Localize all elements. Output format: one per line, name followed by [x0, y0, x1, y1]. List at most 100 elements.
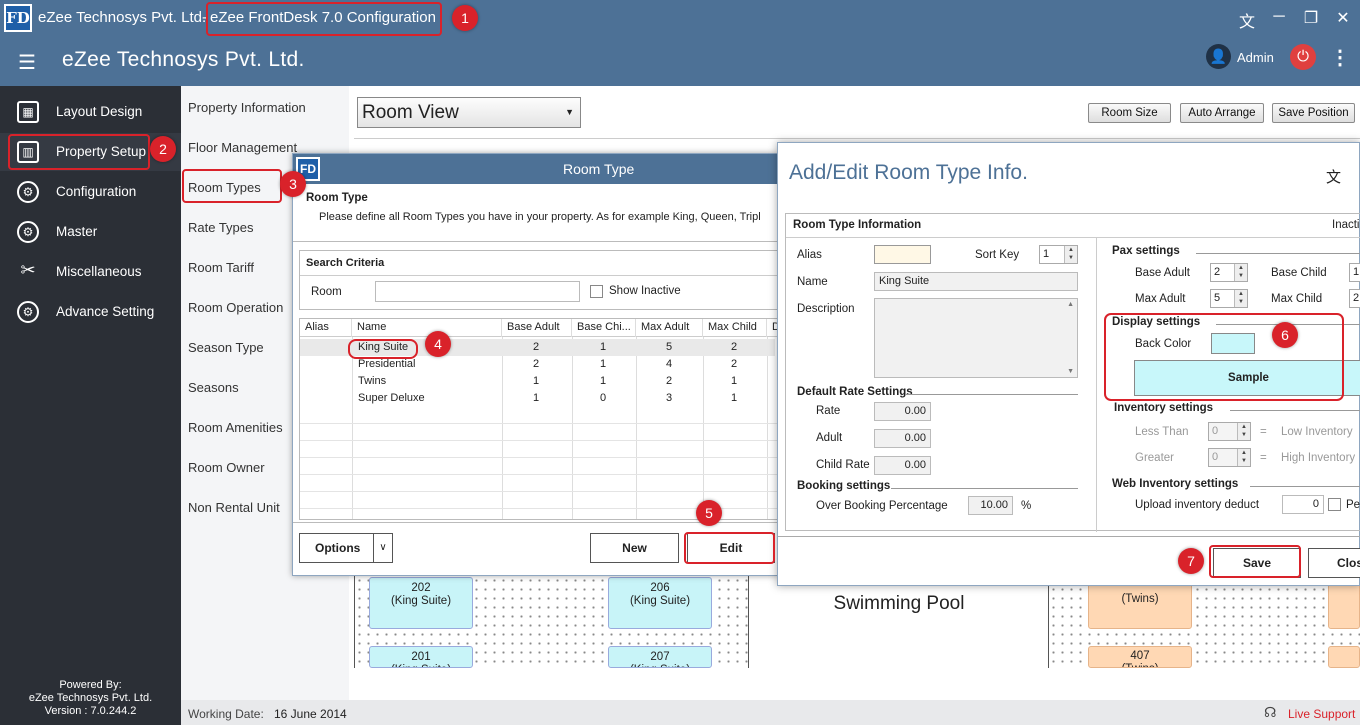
- spinner-arrows-icon[interactable]: ▲ ▼: [1237, 449, 1250, 466]
- show-inactive-checkbox[interactable]: [590, 285, 603, 298]
- upload-inventory-input[interactable]: 0: [1282, 495, 1324, 514]
- highlight-save: [1209, 545, 1301, 578]
- sidebar-item-master[interactable]: ⚙ Master: [0, 213, 181, 251]
- highlight-property-setup: [8, 134, 150, 170]
- spinner-arrows-icon[interactable]: ▲ ▼: [1234, 290, 1247, 307]
- subnav-room-amenities[interactable]: Room Amenities: [188, 420, 283, 435]
- max-child-value: 2: [1353, 292, 1360, 304]
- column-header[interactable]: Base Adult: [502, 319, 572, 337]
- room-tile[interactable]: 407(Twins): [1088, 646, 1192, 668]
- divider: [1250, 486, 1360, 487]
- close-button[interactable]: Clos: [1308, 548, 1360, 578]
- sidebar-item-advance-setting[interactable]: ⚙ Advance Setting: [0, 293, 181, 331]
- sort-key-spinner[interactable]: 1 ▲ ▼: [1039, 245, 1078, 264]
- table-row[interactable]: Twins 1 1 2 1: [300, 373, 775, 390]
- auto-arrange-button[interactable]: Auto Arrange: [1180, 103, 1264, 123]
- highlight-room-types: [182, 169, 282, 203]
- subnav-rate-types[interactable]: Rate Types: [188, 220, 254, 235]
- room-tile[interactable]: 207(King Suite): [608, 646, 712, 668]
- spinner-arrows-icon[interactable]: ▲ ▼: [1064, 246, 1077, 263]
- max-adult-value: 5: [1214, 292, 1221, 304]
- rate-input[interactable]: 0.00: [874, 402, 931, 421]
- subnav-room-tariff[interactable]: Room Tariff: [188, 260, 254, 275]
- divider: [300, 275, 780, 276]
- chevron-down-icon[interactable]: ∨: [373, 533, 393, 563]
- equals-sign: =: [1260, 426, 1267, 438]
- save-position-button[interactable]: Save Position: [1272, 103, 1355, 123]
- column-header[interactable]: Max Adult: [636, 319, 703, 337]
- sidebar-item-layout-design[interactable]: ▦ Layout Design: [0, 93, 181, 131]
- sidebar-item-configuration[interactable]: ⚙ Configuration: [0, 173, 181, 211]
- subnav-seasons[interactable]: Seasons: [188, 380, 239, 395]
- sort-key-value: 1: [1043, 248, 1050, 260]
- layout-icon: ▦: [17, 101, 39, 123]
- column-header[interactable]: Base Chi...: [572, 319, 636, 337]
- column-header[interactable]: Alias: [300, 319, 352, 337]
- overbooking-input[interactable]: 10.00: [968, 496, 1013, 515]
- percent-checkbox[interactable]: [1328, 498, 1341, 511]
- powered-by: Powered By:: [59, 679, 122, 691]
- minimize-button[interactable]: ─: [1267, 8, 1291, 26]
- subnav-floor-management[interactable]: Floor Management: [188, 140, 297, 155]
- language-icon[interactable]: 文: [1235, 8, 1259, 32]
- highlight-app-title: [206, 2, 442, 36]
- subnav-season-type[interactable]: Season Type: [188, 340, 264, 355]
- maximize-button[interactable]: ❐: [1299, 8, 1323, 28]
- base-child-spinner[interactable]: 1: [1349, 263, 1360, 282]
- sidebar-item-miscellaneous[interactable]: ✂ Miscellaneous: [0, 253, 181, 291]
- child-rate-input[interactable]: 0.00: [874, 456, 931, 475]
- subnav-non-rental-unit[interactable]: Non Rental Unit: [188, 500, 280, 515]
- inactive-label: Inacti: [1332, 219, 1360, 231]
- description-textarea[interactable]: ▲ ▼: [874, 298, 1078, 378]
- column-header[interactable]: Name: [352, 319, 502, 337]
- spinner-arrows-icon[interactable]: ▲ ▼: [1234, 264, 1247, 281]
- cell-base-child: 1: [600, 358, 607, 370]
- grid-header: Alias Name Base Adult Base Chi... Max Ad…: [300, 319, 779, 337]
- annotation-badge: 7: [1178, 548, 1204, 574]
- subnav-property-information[interactable]: Property Information: [188, 100, 306, 115]
- hamburger-menu-icon[interactable]: ☰: [18, 50, 36, 75]
- user-avatar-icon[interactable]: 👤: [1206, 44, 1231, 69]
- user-name[interactable]: Admin: [1237, 50, 1274, 65]
- close-window-button[interactable]: ✕: [1331, 8, 1355, 28]
- room-tile[interactable]: [1328, 646, 1360, 668]
- room-type: (King Suite): [629, 595, 691, 607]
- room-size-button[interactable]: Room Size: [1088, 103, 1171, 123]
- translate-icon[interactable]: 文: [1326, 166, 1341, 187]
- adult-rate-input[interactable]: 0.00: [874, 429, 931, 448]
- cell-max-adult: 5: [666, 341, 673, 353]
- max-adult-spinner[interactable]: 5 ▲ ▼: [1210, 289, 1248, 308]
- room-type-dialog-title: Room Type: [563, 161, 635, 177]
- live-support-link[interactable]: Live Support: [1288, 707, 1355, 721]
- power-icon[interactable]: ⏻: [1290, 44, 1316, 70]
- alias-input[interactable]: [874, 245, 931, 264]
- max-child-spinner[interactable]: 2: [1349, 289, 1360, 308]
- view-select[interactable]: Room View ▼: [357, 97, 581, 128]
- subnav-room-operation[interactable]: Room Operation: [188, 300, 283, 315]
- spinner-arrows-icon[interactable]: ▲ ▼: [1237, 423, 1250, 440]
- name-input[interactable]: King Suite: [874, 272, 1078, 291]
- cell-max-child: 2: [731, 358, 738, 370]
- room-search-input[interactable]: [375, 281, 580, 302]
- cell-max-child: 1: [731, 392, 738, 404]
- room-tile[interactable]: 201(King Suite): [369, 646, 473, 668]
- overbooking-label: Over Booking Percentage: [816, 500, 948, 512]
- subnav-room-owner[interactable]: Room Owner: [188, 460, 265, 475]
- app-header: ☰ eZee Technosys Pvt. Ltd. 👤 Admin ⏻ ⋮: [0, 36, 1360, 86]
- table-row[interactable]: Super Deluxe 1 0 3 1: [300, 390, 775, 407]
- alias-label: Alias: [797, 249, 822, 261]
- column-header[interactable]: Max Child: [703, 319, 767, 337]
- status-bar: Working Date: 16 June 2014 ☊ Live Suppor…: [181, 700, 1360, 725]
- room-tile[interactable]: 202 (King Suite): [369, 577, 473, 629]
- room-tile[interactable]: 206 (King Suite): [608, 577, 712, 629]
- base-adult-spinner[interactable]: 2 ▲ ▼: [1210, 263, 1248, 282]
- room-type: (Twins): [1121, 593, 1159, 605]
- cell-max-child: 1: [731, 375, 738, 387]
- cell-base-child: 1: [600, 341, 607, 353]
- greater-spinner[interactable]: 0 ▲ ▼: [1208, 448, 1251, 467]
- scroll-up-icon[interactable]: ▲: [1067, 301, 1074, 308]
- new-button[interactable]: New: [590, 533, 679, 563]
- less-than-spinner[interactable]: 0 ▲ ▼: [1208, 422, 1251, 441]
- more-options-icon[interactable]: ⋮: [1330, 45, 1350, 70]
- scroll-down-icon[interactable]: ▼: [1067, 368, 1074, 375]
